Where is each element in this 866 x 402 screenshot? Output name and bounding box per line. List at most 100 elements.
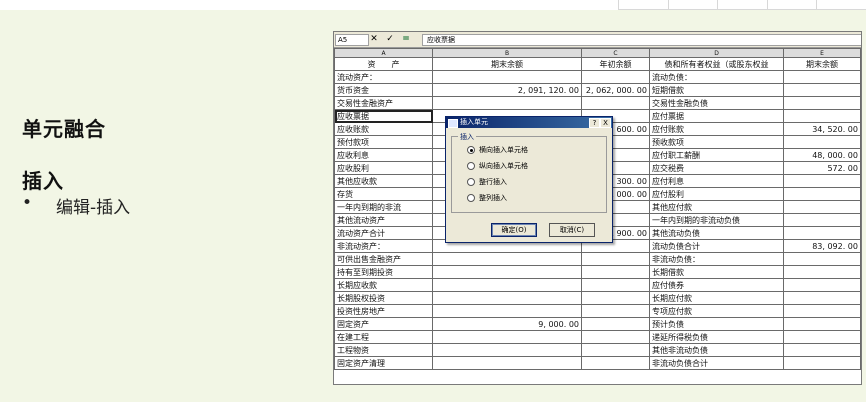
table-cell[interactable] — [783, 187, 861, 201]
table-cell[interactable] — [783, 330, 861, 344]
table-cell[interactable]: 应付职工薪酬 — [649, 148, 784, 162]
table-cell[interactable]: 应交税费 — [649, 161, 784, 175]
table-cell[interactable]: 固定资产清理 — [334, 356, 433, 370]
table-cell[interactable]: 递延所得税负债 — [649, 330, 784, 344]
column-header[interactable]: B — [432, 48, 582, 58]
table-cell[interactable] — [783, 265, 861, 279]
table-cell[interactable]: 持有至到期投资 — [334, 265, 433, 279]
header-cell[interactable]: 期末余额 — [432, 57, 582, 71]
help-button[interactable]: ? — [589, 118, 600, 128]
table-cell[interactable]: 应收利息 — [334, 148, 433, 162]
table-cell[interactable]: 一年内到期的非流动负债 — [649, 213, 784, 227]
table-cell[interactable]: 572. 00 — [783, 161, 861, 175]
table-cell[interactable]: 48, 000. 00 — [783, 148, 861, 162]
table-cell[interactable]: 固定资产 — [334, 317, 433, 331]
table-cell[interactable]: 预收款项 — [649, 135, 784, 149]
table-cell[interactable]: 非流动资产： — [334, 239, 433, 253]
header-cell[interactable]: 期末余额 — [783, 57, 861, 71]
table-cell[interactable]: 2, 062, 000. 00 — [581, 83, 650, 97]
table-cell[interactable]: 应收账款 — [334, 122, 433, 136]
table-cell[interactable]: 应付利息 — [649, 174, 784, 188]
column-header[interactable]: E — [783, 48, 861, 58]
table-cell[interactable]: 其他应付款 — [649, 200, 784, 214]
option-insert-vertical[interactable]: 纵向插入单元格 — [467, 161, 528, 171]
table-cell[interactable]: 长期借款 — [649, 265, 784, 279]
table-cell[interactable] — [783, 213, 861, 227]
table-cell[interactable] — [783, 304, 861, 318]
radio-icon[interactable] — [467, 178, 475, 186]
table-cell[interactable] — [432, 70, 582, 84]
header-cell[interactable]: 年初余额 — [581, 57, 650, 71]
table-cell[interactable]: 流动资产合计 — [334, 226, 433, 240]
table-cell[interactable]: 工程物资 — [334, 343, 433, 357]
header-cell[interactable]: 债和所有者权益（或股东权益 — [649, 57, 784, 71]
option-insert-horizontal[interactable]: 横向插入单元格 — [467, 145, 528, 155]
table-cell[interactable] — [581, 304, 650, 318]
table-cell[interactable] — [432, 265, 582, 279]
table-cell[interactable] — [432, 96, 582, 110]
table-cell[interactable]: 应付股利 — [649, 187, 784, 201]
option-insert-row[interactable]: 整行插入 — [467, 177, 507, 187]
column-header[interactable]: A — [334, 48, 433, 58]
close-button[interactable]: X — [600, 118, 611, 128]
column-header[interactable]: D — [649, 48, 784, 58]
table-cell[interactable]: 应付债券 — [649, 278, 784, 292]
table-cell[interactable] — [783, 356, 861, 370]
table-cell[interactable]: 9, 000. 00 — [432, 317, 582, 331]
table-cell[interactable]: 专项应付款 — [649, 304, 784, 318]
name-box[interactable]: A5 — [335, 34, 369, 46]
table-cell[interactable]: 在建工程 — [334, 330, 433, 344]
table-cell[interactable] — [581, 278, 650, 292]
table-cell[interactable] — [432, 304, 582, 318]
table-cell[interactable]: 应付票据 — [649, 109, 784, 123]
table-cell[interactable]: 预付款项 — [334, 135, 433, 149]
table-cell[interactable] — [581, 317, 650, 331]
table-cell[interactable] — [783, 174, 861, 188]
table-cell[interactable]: 非流动负债合计 — [649, 356, 784, 370]
table-cell[interactable]: 其他非流动负债 — [649, 343, 784, 357]
table-cell[interactable]: 应付账款 — [649, 122, 784, 136]
table-cell[interactable]: 其他流动资产 — [334, 213, 433, 227]
radio-icon[interactable] — [467, 162, 475, 170]
ok-button[interactable]: 确定(O) — [491, 223, 537, 237]
equals-icon[interactable]: = — [400, 34, 412, 45]
table-cell[interactable]: 非流动负债： — [649, 252, 784, 266]
table-cell[interactable] — [432, 330, 582, 344]
table-cell[interactable] — [783, 83, 861, 97]
table-cell[interactable]: 长期应收款 — [334, 278, 433, 292]
table-cell[interactable] — [432, 291, 582, 305]
check-icon[interactable]: ✓ — [384, 34, 396, 45]
cancel-button[interactable]: 取消(C) — [549, 223, 595, 237]
table-cell[interactable]: 交易性金融负债 — [649, 96, 784, 110]
table-cell[interactable]: 应收票据 — [334, 109, 433, 123]
table-cell[interactable]: 投资性房地产 — [334, 304, 433, 318]
table-cell[interactable] — [581, 265, 650, 279]
formula-input[interactable]: 应收票据 — [422, 34, 861, 46]
table-cell[interactable]: 83, 092. 00 — [783, 239, 861, 253]
table-cell[interactable] — [432, 343, 582, 357]
column-header[interactable]: C — [581, 48, 650, 58]
table-cell[interactable] — [783, 278, 861, 292]
table-cell[interactable] — [783, 109, 861, 123]
table-cell[interactable] — [581, 343, 650, 357]
option-insert-column[interactable]: 整列插入 — [467, 193, 507, 203]
radio-icon[interactable] — [467, 194, 475, 202]
radio-selected-icon[interactable] — [467, 146, 475, 154]
table-cell[interactable]: 34, 520. 00 — [783, 122, 861, 136]
table-cell[interactable] — [432, 252, 582, 266]
table-cell[interactable] — [432, 356, 582, 370]
table-cell[interactable] — [581, 356, 650, 370]
table-cell[interactable] — [783, 226, 861, 240]
table-cell[interactable]: 2, 091, 120. 00 — [432, 83, 582, 97]
table-cell[interactable]: 长期应付款 — [649, 291, 784, 305]
table-cell[interactable] — [783, 252, 861, 266]
table-cell[interactable]: 短期借款 — [649, 83, 784, 97]
table-cell[interactable]: 预计负债 — [649, 317, 784, 331]
table-cell[interactable] — [783, 200, 861, 214]
table-cell[interactable] — [581, 291, 650, 305]
table-cell[interactable] — [783, 317, 861, 331]
close-icon[interactable]: ✕ — [368, 34, 380, 45]
table-cell[interactable] — [581, 330, 650, 344]
table-cell[interactable]: 其他流动负债 — [649, 226, 784, 240]
table-cell[interactable] — [783, 96, 861, 110]
